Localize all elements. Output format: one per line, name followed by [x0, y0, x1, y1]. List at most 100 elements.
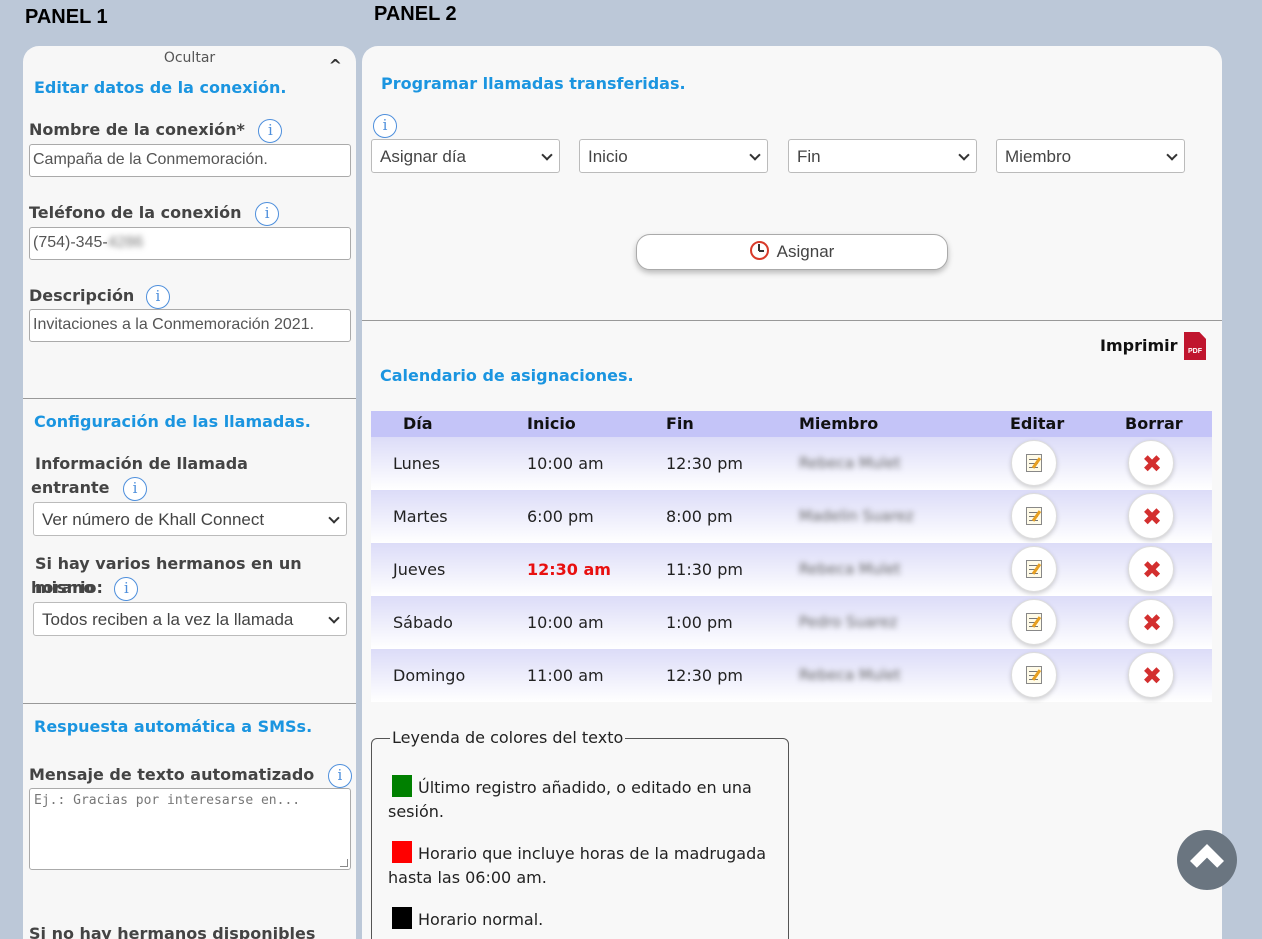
connection-section-title: Editar datos de la conexión. — [34, 78, 287, 97]
hide-toggle[interactable]: Ocultar — [23, 50, 356, 66]
collapse-caret-icon[interactable]: ^ — [329, 56, 342, 75]
delete-icon: ✖ — [1141, 609, 1163, 637]
connection-phone-label: Teléfono de la conexión i — [29, 201, 280, 226]
legend-item-early: Horario que incluye horas de la madrugad… — [388, 841, 778, 890]
cell-end: 12:30 pm — [666, 454, 743, 473]
connection-name-label: Nombre de la conexión* i — [29, 118, 283, 143]
assign-button-label: Asignar — [776, 242, 835, 261]
delete-icon: ✖ — [1141, 503, 1163, 531]
cell-day: Martes — [393, 507, 448, 526]
chevron-down-icon — [328, 512, 340, 524]
print-label[interactable]: Imprimir — [1100, 336, 1178, 355]
info-icon[interactable]: i — [255, 201, 280, 226]
end-select[interactable]: Fin — [788, 139, 977, 173]
chevron-down-icon — [1166, 149, 1178, 161]
legend-title: Leyenda de colores del texto — [390, 728, 626, 747]
panel-2: Programar llamadas transferidas. i Asign… — [362, 46, 1222, 939]
member-select[interactable]: Miembro — [996, 139, 1185, 173]
phone-visible-digits: (754)-345- — [33, 234, 108, 251]
incoming-call-label-line2: entrante i — [31, 476, 148, 501]
info-icon[interactable]: i — [258, 118, 283, 143]
sms-message-textarea[interactable]: Ej.: Gracias por interesarse en... — [29, 788, 351, 870]
edit-button[interactable] — [1011, 652, 1057, 698]
incoming-call-label-text: entrante — [31, 478, 110, 497]
table-row: Sábado 10:00 am 1:00 pm Pedro Suarez ✖ — [371, 596, 1212, 649]
header-delete: Borrar — [1125, 414, 1183, 433]
edit-button[interactable] — [1011, 493, 1057, 539]
edit-icon — [1026, 666, 1042, 684]
cell-start: 11:00 am — [527, 666, 604, 685]
red-swatch — [392, 841, 412, 863]
start-select[interactable]: Inicio — [579, 139, 768, 173]
delete-icon: ✖ — [1141, 556, 1163, 584]
header-day: Día — [403, 414, 433, 433]
calls-section-title: Configuración de las llamadas. — [34, 412, 311, 431]
delete-icon: ✖ — [1141, 662, 1163, 690]
multi-brothers-label-line2: horario: i — [31, 576, 139, 601]
delete-button[interactable]: ✖ — [1128, 440, 1174, 486]
cell-start: 10:00 am — [527, 454, 604, 473]
delete-button[interactable]: ✖ — [1128, 546, 1174, 592]
cell-start: 6:00 pm — [527, 507, 594, 526]
description-label: Descripción i — [29, 284, 170, 309]
table-row: Domingo 11:00 am 12:30 pm Rebeca Mulet ✖ — [371, 649, 1212, 702]
sms-message-label-text: Mensaje de texto automatizado — [29, 765, 315, 784]
panel-2-heading: PANEL 2 — [374, 3, 457, 25]
edit-icon — [1026, 454, 1042, 472]
day-select[interactable]: Asignar día — [371, 139, 560, 173]
info-icon[interactable]: i — [145, 284, 170, 309]
assign-button[interactable]: Asignar — [636, 234, 948, 270]
connection-name-input[interactable]: Campaña de la Conmemoración. — [29, 144, 351, 177]
sms-message-label: Mensaje de texto automatizado i — [29, 763, 352, 788]
chevron-down-icon — [958, 149, 970, 161]
cell-day: Domingo — [393, 666, 466, 685]
multi-brothers-label-text: horario: — [31, 578, 103, 597]
header-member: Miembro — [799, 414, 879, 433]
edit-button[interactable] — [1011, 546, 1057, 592]
multi-brothers-selected: Todos reciben a la vez la llamada — [42, 610, 294, 629]
schedule-section-title: Programar llamadas transferidas. — [381, 74, 686, 93]
legend-item-normal: Horario normal. — [388, 907, 778, 932]
section-divider — [362, 320, 1222, 321]
cell-day: Lunes — [393, 454, 441, 473]
cell-end: 8:00 pm — [666, 507, 733, 526]
cell-member: Madelin Suarez — [799, 507, 914, 525]
black-swatch — [392, 907, 412, 929]
color-legend: Leyenda de colores del texto Último regi… — [371, 728, 789, 939]
incoming-call-select[interactable]: Ver número de Khall Connect — [33, 502, 347, 536]
description-label-text: Descripción — [29, 286, 135, 305]
calendar-section-title: Calendario de asignaciones. — [380, 366, 634, 385]
info-icon[interactable]: i — [373, 114, 397, 138]
incoming-call-selected: Ver número de Khall Connect — [42, 510, 265, 529]
legend-item-text: Horario normal. — [418, 910, 544, 929]
legend-item-text: Horario que incluye horas de la madrugad… — [418, 844, 767, 863]
legend-item-latest: Último registro añadido, o editado en un… — [388, 775, 778, 824]
info-icon[interactable]: i — [123, 476, 148, 501]
table-header: Día Inicio Fin Miembro Editar Borrar — [371, 411, 1212, 437]
multi-brothers-select[interactable]: Todos reciben a la vez la llamada — [33, 602, 347, 636]
panel-1: Ocultar ^ Editar datos de la conexión. N… — [23, 46, 356, 939]
header-start: Inicio — [527, 414, 576, 433]
resize-grip-icon[interactable] — [340, 859, 348, 867]
delete-button[interactable]: ✖ — [1128, 599, 1174, 645]
description-input[interactable]: Invitaciones a la Conmemoración 2021. — [29, 309, 351, 342]
edit-button[interactable] — [1011, 599, 1057, 645]
connection-phone-input[interactable]: (754)-345-4286 — [29, 227, 351, 260]
delete-button[interactable]: ✖ — [1128, 652, 1174, 698]
info-icon[interactable]: i — [114, 576, 139, 601]
legend-item-text: hasta las 06:00 am. — [388, 868, 547, 887]
chevron-down-icon — [328, 612, 340, 624]
member-select-value: Miembro — [1005, 147, 1072, 166]
edit-button[interactable] — [1011, 440, 1057, 486]
header-end: Fin — [666, 414, 694, 433]
info-icon[interactable]: i — [327, 763, 352, 788]
delete-button[interactable]: ✖ — [1128, 493, 1174, 539]
cell-day: Jueves — [393, 560, 446, 579]
scroll-top-button[interactable] — [1177, 830, 1237, 890]
pdf-icon[interactable]: PDF — [1184, 332, 1206, 360]
table-row: Jueves 12:30 am 11:30 pm Rebeca Mulet ✖ — [371, 543, 1212, 596]
cell-member: Pedro Suarez — [799, 613, 898, 631]
table-row: Martes 6:00 pm 8:00 pm Madelin Suarez ✖ — [371, 490, 1212, 543]
edit-icon — [1026, 613, 1042, 631]
table-row: Lunes 10:00 am 12:30 pm Rebeca Mulet ✖ — [371, 437, 1212, 490]
